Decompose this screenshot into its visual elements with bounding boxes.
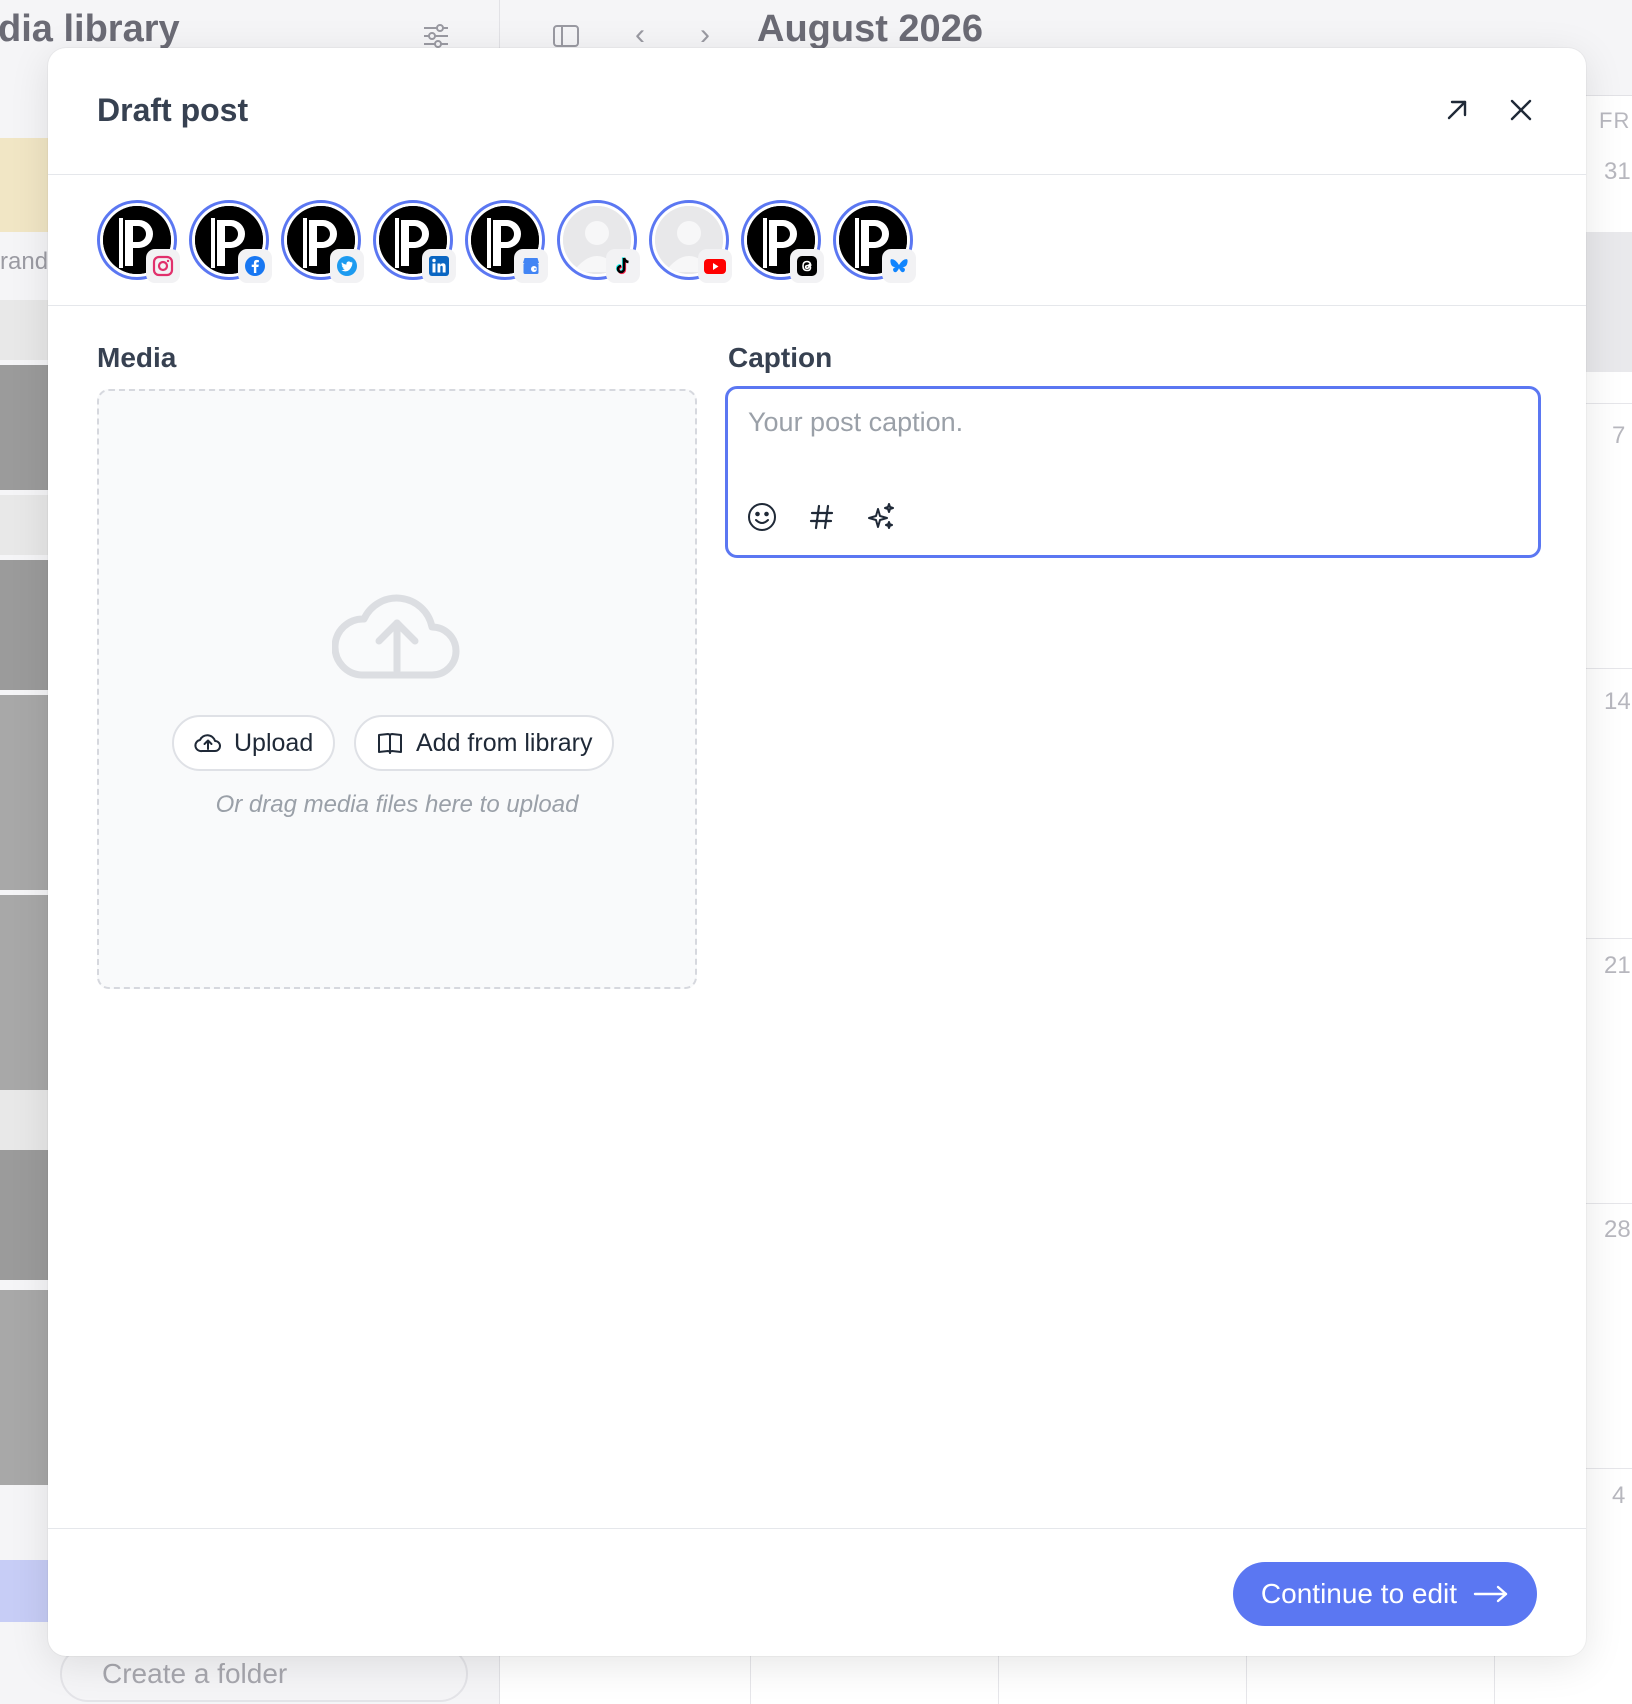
add-from-library-button[interactable]: Add from library [354, 715, 615, 771]
selection-highlight [0, 1560, 48, 1622]
linkedin-icon [422, 249, 456, 283]
youtube-icon [698, 249, 732, 283]
account-avatar-tiktok[interactable] [557, 200, 640, 283]
day-number: 4 [1612, 1482, 1626, 1509]
close-button[interactable] [1505, 94, 1537, 126]
arrow-right-icon [1473, 1585, 1508, 1603]
facebook-icon [238, 249, 272, 283]
modal-footer: Continue to edit [48, 1528, 1586, 1656]
cloud-upload-icon [332, 594, 460, 679]
media-library-title: dia library [0, 8, 180, 50]
media-dropzone[interactable]: Upload Add from library Or drag media fi… [97, 389, 697, 989]
media-thumbnail [0, 895, 48, 1090]
day-number: 14 [1604, 688, 1631, 715]
book-icon [378, 733, 402, 754]
emoji-icon [748, 503, 776, 531]
media-thumbnail [0, 695, 48, 890]
weekday-label: FRI [1599, 108, 1632, 133]
draft-post-modal: Draft post Media Upload Add from library… [48, 48, 1586, 1656]
instagram-icon [146, 249, 180, 283]
continue-to-edit-button[interactable]: Continue to edit [1233, 1562, 1537, 1626]
account-avatar-linkedin[interactable] [373, 200, 456, 283]
calendar-row-divider [1580, 938, 1632, 939]
sparkles-icon [868, 503, 894, 529]
continue-label: Continue to edit [1260, 1578, 1458, 1609]
day-number: 31 [1604, 158, 1631, 185]
calendar-row-divider [1580, 403, 1632, 404]
arrow-up-right-icon [1447, 100, 1467, 120]
previous-month-icon[interactable]: ‹ [635, 18, 645, 52]
account-avatar-bluesky[interactable] [833, 200, 916, 283]
media-thumbnail [0, 1290, 48, 1485]
create-folder-label: Create a folder [102, 1658, 288, 1689]
folder-label: rand [0, 248, 49, 275]
upload-button[interactable]: Upload [172, 715, 336, 771]
close-icon [1510, 99, 1532, 121]
caption-label: Caption [728, 342, 833, 373]
upload-label: Upload [234, 728, 314, 757]
calendar-row-divider [1580, 1468, 1632, 1469]
account-avatar-google-business[interactable] [465, 200, 548, 283]
account-avatar-threads[interactable] [741, 200, 824, 283]
day-number: 21 [1604, 952, 1631, 979]
modal-title: Draft post [97, 92, 249, 128]
folder-thumbnail [0, 138, 48, 232]
threads-icon [790, 249, 824, 283]
media-thumbnail [0, 1090, 48, 1150]
account-avatar-facebook[interactable] [189, 200, 272, 283]
add-from-library-label: Add from library [416, 728, 593, 757]
twitter-icon [330, 249, 364, 283]
next-month-icon[interactable]: › [700, 18, 710, 52]
day-number: 7 [1612, 422, 1626, 449]
media-thumbnail [0, 300, 48, 360]
calendar-post-thumbnail[interactable] [1586, 232, 1632, 372]
calendar-row-divider [1580, 668, 1632, 669]
social-accounts-row [48, 176, 1586, 306]
calendar-row-divider [1580, 1203, 1632, 1204]
media-thumbnail [0, 365, 48, 490]
hashtag-button[interactable] [804, 499, 840, 535]
day-number: 28 [1604, 1216, 1631, 1243]
emoji-button[interactable] [744, 499, 780, 535]
account-avatar-instagram[interactable] [97, 200, 180, 283]
cloud-upload-icon [194, 734, 221, 753]
calendar-month: August 2026 [757, 8, 983, 50]
ai-assist-button[interactable] [863, 499, 899, 535]
hashtag-icon [809, 504, 834, 530]
modal-header: Draft post [48, 48, 1586, 175]
media-thumbnail [0, 1150, 48, 1280]
account-avatar-twitter[interactable] [281, 200, 364, 283]
media-label: Media [97, 342, 177, 373]
expand-button[interactable] [1441, 94, 1473, 126]
caption-field[interactable] [725, 386, 1541, 558]
drag-hint: Or drag media files here to upload [215, 791, 579, 818]
tiktok-icon [606, 249, 640, 283]
caption-input[interactable] [748, 407, 1508, 438]
account-avatar-youtube[interactable] [649, 200, 732, 283]
media-thumbnail [0, 495, 48, 555]
media-thumbnail [0, 560, 48, 690]
google-business-icon [514, 249, 548, 283]
bluesky-icon [882, 249, 916, 283]
